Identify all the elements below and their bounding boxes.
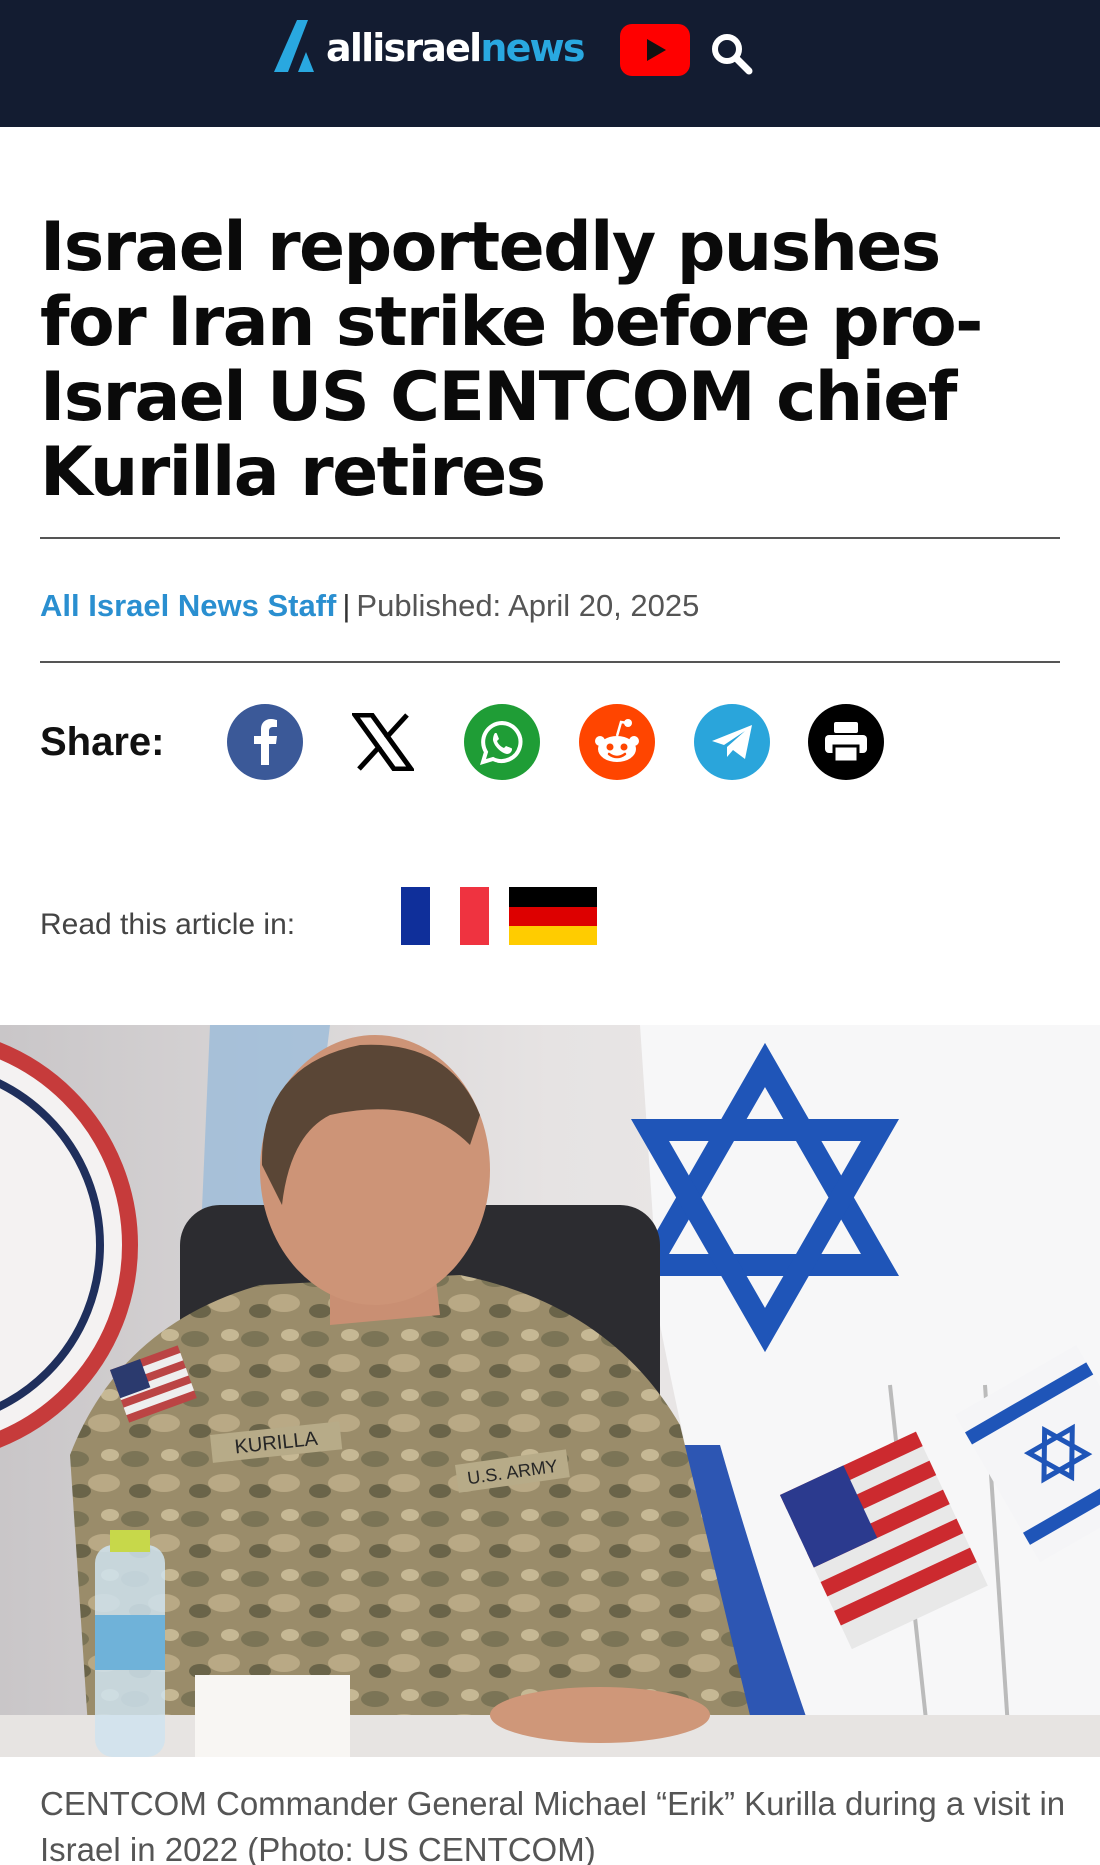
site-logo[interactable]: allisraelnews: [274, 16, 585, 72]
author-link[interactable]: All Israel News Staff: [40, 588, 336, 623]
read-article-in-label: Read this article in:: [40, 908, 296, 941]
german-flag-icon[interactable]: [509, 887, 597, 945]
article-title: Israel reportedly pushes for Iran strike…: [40, 208, 983, 512]
facebook-share-button[interactable]: [227, 704, 303, 780]
divider-bottom: [40, 661, 1060, 663]
youtube-icon[interactable]: [620, 24, 690, 76]
published-date: Published: April 20, 2025: [356, 588, 700, 623]
french-flag-icon[interactable]: [401, 887, 489, 945]
reddit-share-button[interactable]: [579, 704, 655, 780]
divider-top: [40, 537, 1060, 539]
photo-caption: CENTCOM Commander General Michael “Erik”…: [40, 1785, 1066, 1865]
byline-separator: |: [342, 588, 351, 623]
site-name: allisraelnews: [326, 24, 585, 72]
print-share-button[interactable]: [808, 704, 884, 780]
share-label: Share:: [40, 720, 165, 764]
x-icon: [352, 713, 414, 771]
allisraelnews-logo-icon: [274, 20, 314, 72]
print-icon: [825, 722, 867, 764]
article-byline: All Israel News Staff | Published: April 2…: [40, 588, 699, 624]
facebook-icon: [254, 719, 277, 765]
article-photo: KURILLA U.S. ARMY: [0, 1025, 1100, 1757]
telegram-icon: [712, 725, 752, 759]
whatsapp-icon: [480, 720, 523, 765]
site-header: allisraelnews: [0, 0, 1100, 127]
whatsapp-share-button[interactable]: [464, 704, 540, 780]
site-name-part1: allisrael: [326, 26, 482, 70]
telegram-share-button[interactable]: [694, 704, 770, 780]
search-icon[interactable]: [709, 31, 754, 76]
photo-illustration: KURILLA U.S. ARMY: [0, 1025, 1100, 1757]
site-name-part2: news: [480, 26, 585, 70]
reddit-icon: [595, 719, 639, 762]
x-share-button[interactable]: [345, 704, 421, 780]
